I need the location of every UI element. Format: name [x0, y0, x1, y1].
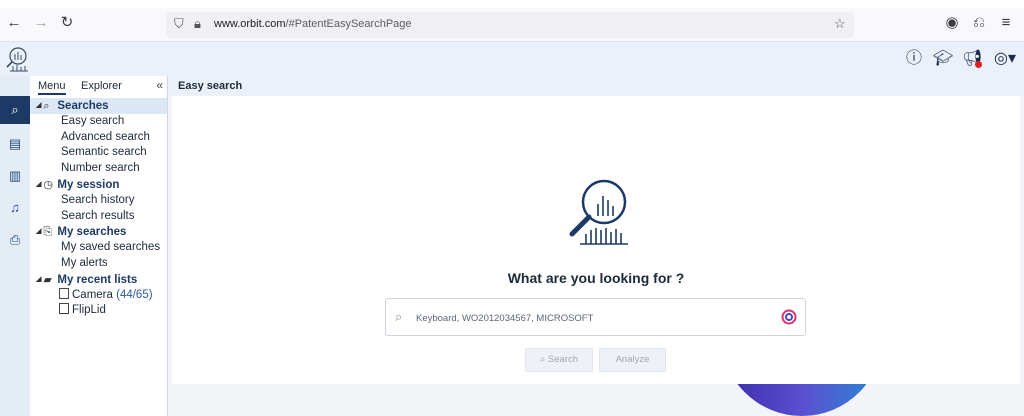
search-icon: ⌕ [43, 99, 50, 112]
collapse-sidebar-button[interactable]: « [156, 78, 163, 92]
expand-triangle-icon[interactable]: ◢ [36, 102, 41, 109]
account-icon[interactable]: ◉ [943, 14, 961, 32]
bell-icon[interactable]: ♫ [0, 194, 30, 222]
back-icon[interactable]: ← [5, 14, 23, 32]
tab-menu[interactable]: Menu [38, 80, 66, 95]
easy-search-panel: What are you looking for ? ⌕ ⌕ Search An… [172, 96, 1020, 384]
group-label: My searches [57, 226, 127, 239]
training-cap-icon[interactable]: 🎓︎ [933, 49, 953, 69]
menu-item-semantic-search[interactable]: Semantic search [30, 145, 167, 161]
group-label: Searches [57, 99, 109, 112]
analyze-button[interactable]: Analyze [599, 348, 666, 372]
group-my-searches[interactable]: ◢ ⎘ My searches [30, 224, 167, 240]
menu-item-my-alerts[interactable]: My alerts [30, 256, 167, 272]
menu-item-number-search[interactable]: Number search [30, 161, 167, 177]
list-document-icon [59, 303, 69, 315]
expand-triangle-icon[interactable]: ◢ [36, 181, 41, 188]
list-name: Camera [72, 288, 113, 301]
list-document-icon [59, 287, 69, 299]
menu-item-my-saved-searches[interactable]: My saved searches [30, 240, 167, 256]
ai-assistant-icon[interactable] [781, 309, 797, 325]
browser-toolbar: ← → ↻ ⛉ 🔒︎ www.orbit.com/#PatentEasySear… [0, 0, 1024, 42]
decorative-gradient-arc [721, 384, 883, 416]
shield-icon[interactable]: ⛉ [174, 16, 184, 32]
orbit-logo [6, 47, 28, 72]
notification-dot [975, 61, 982, 68]
search-module-icon[interactable]: ⌕ [0, 96, 30, 124]
url-text[interactable]: www.orbit.com/#PatentEasySearchPage [214, 18, 412, 30]
group-my-session[interactable]: ◢ ◷ My session [30, 177, 167, 193]
pdf-export-icon[interactable]: ⎙ [0, 226, 30, 254]
easy-search-field[interactable]: ⌕ [385, 298, 806, 336]
menu-tree: ◢ ⌕ Searches Easy search Advanced search S… [30, 98, 167, 319]
url-host: www.orbit.com [214, 18, 286, 30]
clock-icon: ◷ [43, 178, 53, 191]
search-button[interactable]: ⌕ Search [525, 348, 593, 372]
app-header: ⓘ 🎓︎ 📢︎ ◎▾ [0, 42, 1024, 76]
sidebar-tabs: Menu Explorer « [30, 76, 167, 96]
easy-search-input[interactable] [416, 309, 776, 327]
menu-icon[interactable]: ≡ [997, 14, 1015, 32]
extensions-icon[interactable]: ⎌ [970, 14, 988, 32]
group-label: My session [57, 178, 120, 191]
saved-search-icon: ⎘ [43, 226, 53, 239]
address-bar[interactable]: ⛉ 🔒︎ www.orbit.com/#PatentEasySearchPage… [166, 12, 854, 38]
reload-icon[interactable]: ↻ [58, 14, 76, 32]
tab-strip [0, 0, 1024, 8]
tab-explorer[interactable]: Explorer [81, 80, 122, 92]
sidebar: Menu Explorer « ◢ ⌕ Searches Easy search A… [30, 76, 168, 416]
expand-triangle-icon[interactable]: ◢ [36, 276, 41, 283]
menu-item-search-results[interactable]: Search results [30, 209, 167, 225]
group-label: My recent lists [57, 273, 138, 286]
group-my-recent-lists[interactable]: ◢ ▰ My recent lists [30, 272, 167, 288]
forward-icon[interactable]: → [32, 14, 50, 32]
magnifier-chart-illustration-icon [569, 179, 628, 245]
gradient-circle [721, 384, 883, 416]
document-icon[interactable]: ▤ [0, 130, 30, 158]
bookmark-star-icon[interactable]: ☆ [834, 16, 846, 32]
search-button-label: Search [547, 354, 579, 365]
icon-rail: ⌕ ▤ ▥ ♫ ⎙ [0, 76, 30, 416]
list-name: FlipLid [72, 304, 106, 317]
help-icon[interactable]: ⓘ [904, 49, 924, 69]
menu-item-search-history[interactable]: Search history [30, 193, 167, 209]
announcements-icon[interactable]: 📢︎ [962, 49, 982, 69]
group-searches[interactable]: ◢ ⌕ Searches [30, 98, 167, 114]
page-header: Easy search [168, 76, 1024, 96]
main-content: What are you looking for ? ⌕ ⌕ Search An… [168, 96, 1024, 416]
list-item-camera[interactable]: Camera (44/65) [30, 287, 167, 304]
menu-item-advanced-search[interactable]: Advanced search [30, 130, 167, 146]
user-menu-icon[interactable]: ◎▾ [990, 49, 1020, 69]
search-prompt-heading: What are you looking for ? [507, 270, 685, 286]
expand-triangle-icon[interactable]: ◢ [36, 228, 41, 235]
menu-item-easy-search[interactable]: Easy search [30, 114, 167, 130]
page-title: Easy search [178, 80, 243, 92]
search-icon: ⌕ [395, 309, 403, 324]
folder-icon: ▰ [43, 273, 52, 286]
lock-icon[interactable]: 🔒︎ [194, 16, 201, 32]
list-count: (44/65) [116, 288, 153, 301]
url-path: /#PatentEasySearchPage [285, 18, 412, 30]
analytics-icon[interactable]: ▥ [0, 162, 30, 190]
list-item-fliplid[interactable]: FlipLid [30, 303, 167, 319]
